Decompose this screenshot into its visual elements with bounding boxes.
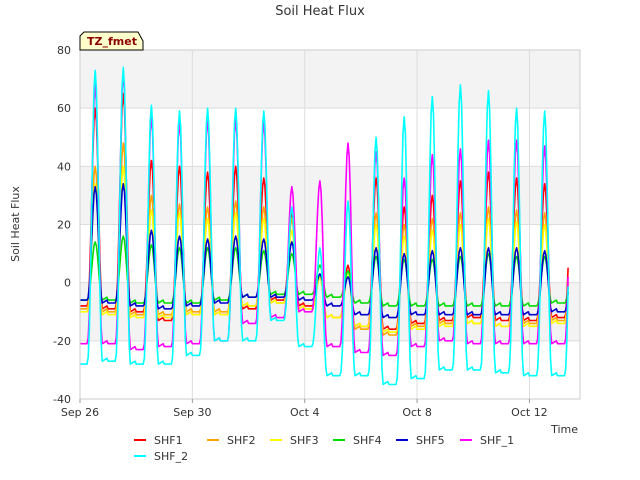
y-tick-label: 20 — [57, 219, 71, 232]
plot-band — [80, 50, 580, 109]
x-axis-ticks: Sep 26 Sep 30 Oct 4 Oct 8 Oct 12 — [61, 399, 548, 419]
x-tick-label: Sep 26 — [61, 406, 99, 419]
y-tick-label: 80 — [57, 44, 71, 57]
soil-heat-flux-chart: Soil Heat Flux Soil Heat Flux Time -40 -2… — [9, 4, 581, 463]
y-tick-label: 60 — [57, 102, 71, 115]
x-axis-label: Time — [550, 423, 578, 436]
legend-label: SHF5 — [416, 434, 445, 447]
legend: SHF1 SHF2 SHF3 SHF4 SHF5 SHF_1 SHF_2 — [134, 434, 514, 463]
x-tick-label: Oct 12 — [511, 406, 548, 419]
y-tick-label: 40 — [57, 160, 71, 173]
legend-label: SHF2 — [227, 434, 256, 447]
x-tick-label: Oct 8 — [402, 406, 432, 419]
legend-label: SHF3 — [290, 434, 319, 447]
site-label: TZ_fmet — [87, 35, 137, 48]
legend-label: SHF_2 — [154, 450, 188, 463]
site-label-badge: TZ_fmet — [79, 31, 144, 51]
y-tick-label: -40 — [53, 393, 71, 406]
plot-band — [80, 340, 580, 399]
y-axis-ticks: -40 -20 0 20 40 60 80 — [53, 44, 71, 406]
legend-label: SHF_1 — [480, 434, 514, 447]
y-axis-label: Soil Heat Flux — [9, 186, 22, 262]
chart-title: Soil Heat Flux — [275, 4, 365, 19]
plot-band — [80, 108, 580, 167]
y-tick-label: -20 — [53, 335, 71, 348]
y-tick-label: 0 — [64, 277, 71, 290]
legend-label: SHF4 — [353, 434, 382, 447]
legend-label: SHF1 — [154, 434, 183, 447]
plot-band — [80, 282, 580, 341]
x-tick-label: Sep 30 — [173, 406, 211, 419]
x-tick-label: Oct 4 — [290, 406, 320, 419]
